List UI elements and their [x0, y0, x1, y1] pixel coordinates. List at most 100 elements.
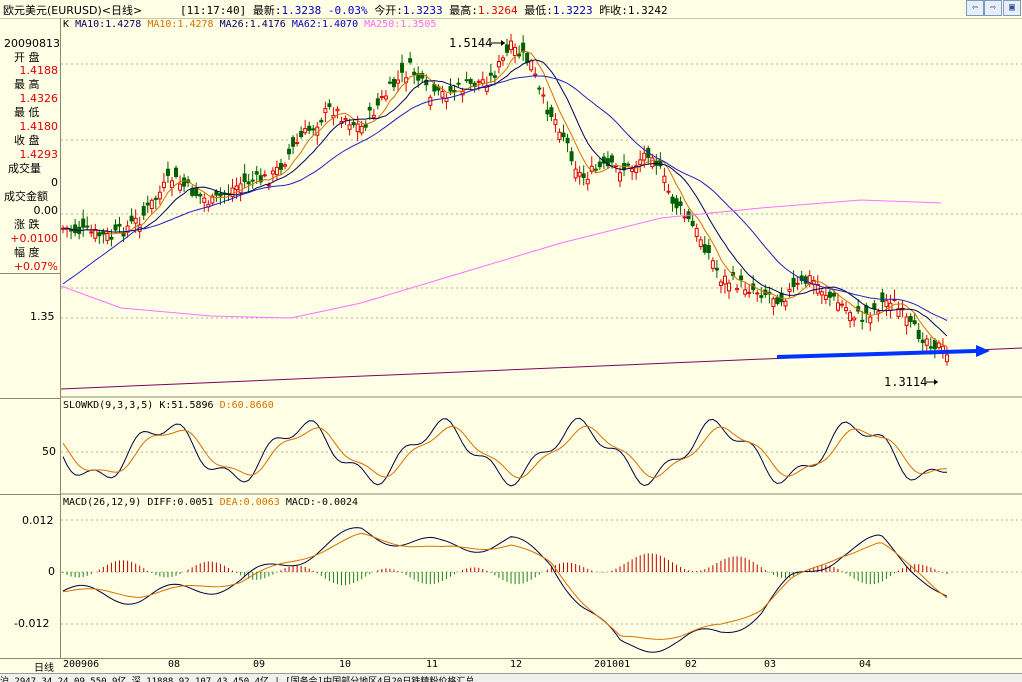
candle-body	[674, 198, 679, 209]
candle-body	[852, 317, 857, 321]
info-volume: 0	[51, 176, 58, 189]
candle-body	[710, 260, 715, 269]
candle-body	[182, 177, 187, 187]
candle-body	[194, 187, 199, 196]
window-icon[interactable]: ▣	[1003, 0, 1021, 16]
candle-body	[718, 281, 723, 286]
quote-change: -0.03%	[327, 4, 368, 17]
candle-body	[105, 232, 110, 241]
candle-body	[117, 223, 122, 227]
right-arrow-icon[interactable]: ⇨	[984, 0, 1002, 16]
quote-prev: 1.3242	[627, 4, 668, 17]
candle-body	[371, 114, 376, 118]
candle-body	[440, 91, 445, 98]
ma26-line	[63, 59, 948, 337]
candle-body	[747, 291, 752, 294]
macd-tick-zero: 0	[48, 565, 55, 578]
candlestick-series	[61, 34, 949, 366]
legend-ma62: MA62:1.4070	[291, 19, 359, 30]
candle-body	[287, 148, 292, 155]
candle-body	[149, 199, 154, 210]
candle-body	[791, 277, 796, 288]
candle-body	[533, 73, 538, 76]
x-tick: 10	[339, 659, 352, 670]
candle-body	[480, 79, 485, 84]
candle-body	[573, 168, 578, 179]
x-axis-label: 日线	[34, 663, 54, 674]
candle-body	[618, 172, 623, 182]
candle-body	[928, 346, 933, 349]
candle-body	[351, 122, 356, 126]
candle-body	[448, 86, 453, 92]
candle-body	[218, 193, 223, 197]
candle-body	[545, 109, 550, 115]
candle-body	[262, 174, 267, 177]
macd-tick-top: 0.012	[22, 514, 54, 527]
info-date: 20090813	[4, 37, 60, 50]
candle-body	[844, 307, 849, 312]
info-low-label: 最 低	[14, 106, 40, 119]
candle-body	[581, 173, 586, 179]
quote-prev-label: 昨收:	[599, 4, 628, 17]
candle-body	[153, 197, 158, 200]
candle-body	[585, 178, 590, 185]
candle-body	[537, 87, 542, 90]
kd-d-line	[62, 425, 948, 479]
candle-body	[787, 288, 792, 293]
info-pct: +0.07%	[13, 260, 58, 273]
candle-body	[553, 119, 558, 125]
candle-body	[299, 131, 304, 138]
candle-body	[113, 224, 118, 231]
ma250-line	[61, 199, 942, 319]
quote-low-label: 最低:	[524, 4, 553, 17]
info-chg: +0.0100	[10, 232, 58, 245]
candle-body	[133, 217, 138, 224]
kd-divider	[0, 398, 60, 399]
candle-body	[880, 292, 885, 303]
candle-body	[190, 188, 195, 196]
candle-body	[698, 239, 703, 248]
candle-body	[412, 71, 417, 76]
candle-body	[234, 185, 239, 191]
candle-body	[238, 183, 243, 194]
candle-body	[735, 287, 740, 291]
candle-body	[916, 329, 921, 340]
candle-body	[367, 106, 372, 111]
kd-legend: SLOWKD(9,3,3,5) K:51.5896 D:60.8660	[63, 400, 274, 411]
ma-legend: K MA10:1.4278 MA10:1.4278 MA26:1.4176 MA…	[63, 19, 436, 30]
x-tick: 200906	[63, 659, 100, 670]
peak-annotation: 1.5144	[449, 36, 492, 50]
candle-body	[198, 193, 203, 197]
candle-body	[496, 60, 501, 68]
info-pct-label: 幅 度	[14, 246, 40, 259]
x-tick: 04	[859, 659, 872, 670]
candle-body	[355, 123, 360, 133]
candle-body	[246, 181, 251, 185]
info-close-label: 收 盘	[14, 134, 40, 147]
candle-body	[706, 245, 711, 254]
candle-body	[638, 159, 643, 165]
candle-body	[827, 291, 832, 298]
x-tick: 09	[253, 659, 266, 670]
window-title: 欧元美元(EURUSD)<日线>	[3, 4, 143, 17]
info-high-label: 最 高	[14, 78, 40, 91]
candle-body	[872, 303, 877, 310]
candle-body	[291, 137, 296, 147]
candle-body	[323, 108, 328, 114]
legend-ma250: MA250:1.3505	[364, 19, 437, 30]
ma62-line	[62, 75, 948, 321]
kd-panel	[62, 417, 948, 487]
quote-last: 1.3238	[281, 4, 322, 17]
candle-body	[884, 300, 889, 308]
candle-body	[517, 53, 522, 57]
candle-body	[904, 316, 909, 326]
quote-open-label: 今开:	[374, 4, 403, 17]
chart-area[interactable]: 1.5144 1.3114	[61, 18, 1022, 658]
legend-ma10b: MA10:1.4278	[147, 19, 214, 30]
kd-tick: 50	[42, 445, 56, 458]
x-tick: 12	[510, 659, 523, 670]
candle-body	[169, 180, 174, 189]
info-volume-label: 成交量	[8, 162, 41, 175]
left-arrow-icon[interactable]: ⇦	[966, 0, 984, 16]
candle-body	[335, 108, 340, 112]
